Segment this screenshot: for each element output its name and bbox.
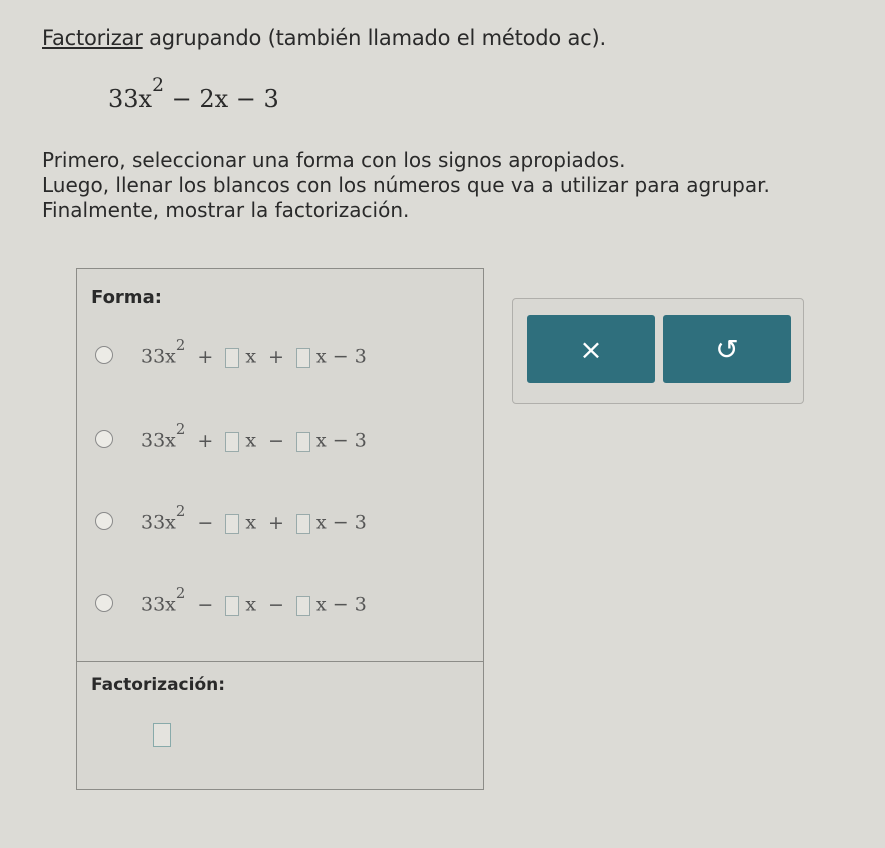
clear-button[interactable]: × [527, 315, 655, 383]
factorization-label: Factorización: [91, 675, 226, 695]
blank-box[interactable] [225, 513, 240, 534]
blank-box[interactable] [295, 595, 310, 616]
option-expression: 33x2− x − x − 3 [141, 585, 367, 616]
blank-box[interactable] [295, 431, 310, 452]
tool-panel: × ↺ [512, 298, 804, 404]
target-expression: 33x2 − 2x − 3 [108, 75, 279, 113]
blank-box[interactable] [225, 431, 240, 452]
form-option-3[interactable]: 33x2− x + x − 3 [95, 501, 367, 541]
form-option-2[interactable]: 33x2 + x − x − 3 [95, 419, 367, 459]
option-expression: 33x2 + x − x − 3 [141, 421, 367, 452]
radio-button[interactable] [95, 430, 113, 448]
panel-divider [77, 661, 483, 662]
blank-box[interactable] [225, 595, 240, 616]
form-option-4[interactable]: 33x2− x − x − 3 [95, 583, 367, 623]
undo-icon: ↺ [715, 332, 739, 366]
factorization-input[interactable] [153, 723, 171, 747]
close-icon: × [579, 332, 603, 366]
blank-box[interactable] [225, 347, 240, 368]
form-option-1[interactable]: 33x2 + x + x − 3 [95, 335, 367, 375]
problem-prompt: Factorizar agrupando (también llamado el… [42, 26, 606, 50]
radio-button[interactable] [95, 594, 113, 612]
option-expression: 33x2− x + x − 3 [141, 503, 367, 534]
blank-box[interactable] [295, 347, 310, 368]
option-expression: 33x2 + x + x − 3 [141, 337, 367, 368]
undo-button[interactable]: ↺ [663, 315, 791, 383]
expr-lead: 33x [108, 85, 153, 113]
prompt-text: agrupando (también llamado el método ac)… [142, 26, 606, 50]
answer-panel: Forma: 33x2 + x + x − 3 33x2 + x − x − 3 33x… [76, 268, 484, 790]
instruction-1: Primero, seleccionar una forma con los s… [42, 148, 626, 172]
instructions: Primero, seleccionar una forma con los s… [42, 148, 770, 223]
radio-button[interactable] [95, 512, 113, 530]
radio-button[interactable] [95, 346, 113, 364]
forma-label: Forma: [91, 287, 162, 308]
instruction-2: Luego, llenar los blancos con los número… [42, 173, 770, 197]
factorizar-link[interactable]: Factorizar [42, 26, 143, 50]
instruction-3: Finalmente, mostrar la factorización. [42, 198, 410, 222]
expr-rest: − 2x − 3 [163, 85, 279, 113]
expr-exponent: 2 [152, 75, 164, 97]
blank-box[interactable] [295, 513, 310, 534]
